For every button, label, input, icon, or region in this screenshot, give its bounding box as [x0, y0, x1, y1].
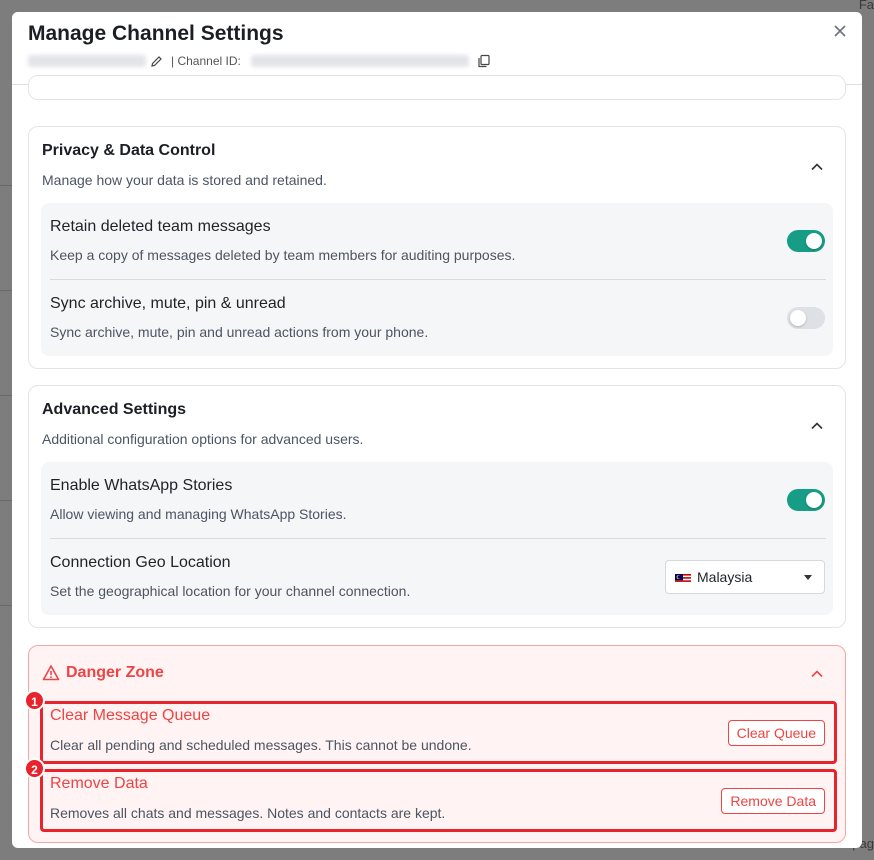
row-divider: [50, 279, 826, 280]
stories-description: Allow viewing and managing WhatsApp Stor…: [50, 506, 347, 522]
danger-zone-title: Danger Zone: [66, 664, 164, 681]
channel-settings-modal: Manage Channel Settings | Channel ID: Pr…: [12, 12, 862, 848]
toggle-knob: [806, 492, 822, 508]
clear-queue-title: Clear Message Queue: [50, 707, 211, 724]
warning-icon: [42, 665, 60, 681]
channel-id-redacted: [250, 55, 469, 67]
privacy-title: Privacy & Data Control: [42, 142, 216, 159]
modal-title: Manage Channel Settings: [28, 22, 284, 45]
danger-collapse-button[interactable]: [809, 666, 825, 682]
geo-location-select[interactable]: Malaysia: [665, 560, 825, 594]
chevron-down-icon: [804, 575, 812, 580]
privacy-settings-list: Retain deleted team messages Keep a copy…: [41, 203, 833, 356]
advanced-settings-list: Enable WhatsApp Stories Allow viewing an…: [41, 462, 833, 615]
geo-location-title: Connection Geo Location: [50, 554, 231, 571]
toggle-knob: [806, 233, 822, 249]
privacy-collapse-button[interactable]: [809, 159, 825, 175]
malaysia-flag-icon: [675, 572, 691, 583]
background-line: [0, 605, 12, 606]
stories-title: Enable WhatsApp Stories: [50, 477, 233, 494]
retain-deleted-toggle[interactable]: [787, 230, 825, 252]
retain-deleted-description: Keep a copy of messages deleted by team …: [50, 247, 516, 263]
remove-data-row: Remove Data Removes all chats and messag…: [40, 769, 837, 832]
annotation-badge-2: 2: [24, 758, 45, 779]
copy-icon: [478, 54, 490, 68]
remove-data-button[interactable]: Remove Data: [721, 788, 825, 814]
clear-queue-row: Clear Message Queue Clear all pending an…: [40, 701, 837, 764]
sync-archive-description: Sync archive, mute, pin and unread actio…: [50, 324, 429, 340]
privacy-description: Manage how your data is stored and retai…: [42, 172, 327, 188]
channel-subline: | Channel ID:: [28, 52, 495, 70]
chevron-up-icon: [811, 422, 823, 430]
annotation-badge-1: 1: [24, 690, 45, 711]
advanced-collapse-button[interactable]: [809, 418, 825, 434]
background-line: [0, 185, 12, 186]
close-icon: [834, 25, 846, 37]
channel-id-label: | Channel ID:: [171, 54, 241, 68]
geo-location-description: Set the geographical location for your c…: [50, 583, 411, 599]
copy-channel-id-button[interactable]: [477, 54, 491, 68]
chevron-up-icon: [811, 163, 823, 171]
geo-location-value: Malaysia: [697, 569, 753, 585]
toggle-knob: [790, 310, 806, 326]
background-hint-top: Fa: [858, 0, 874, 12]
previous-card-edge: [28, 75, 846, 100]
clear-queue-description: Clear all pending and scheduled messages…: [50, 737, 472, 753]
advanced-description: Additional configuration options for adv…: [42, 431, 364, 447]
background-line: [0, 290, 12, 291]
sync-archive-toggle[interactable]: [787, 307, 825, 329]
privacy-card: Privacy & Data Control Manage how your d…: [28, 126, 846, 369]
remove-data-description: Removes all chats and messages. Notes an…: [50, 805, 446, 821]
close-button[interactable]: [830, 22, 850, 42]
retain-deleted-title: Retain deleted team messages: [50, 218, 271, 235]
sync-archive-title: Sync archive, mute, pin & unread: [50, 295, 286, 312]
edit-channel-name-button[interactable]: [150, 55, 163, 68]
advanced-card: Advanced Settings Additional configurati…: [28, 385, 846, 628]
background-line: [0, 500, 12, 501]
channel-name-redacted: [28, 55, 146, 67]
danger-zone-card: Danger Zone Clear Message Queue Clear al…: [24, 645, 846, 843]
advanced-title: Advanced Settings: [42, 401, 187, 418]
stories-toggle[interactable]: [787, 489, 825, 511]
remove-data-title: Remove Data: [50, 775, 148, 792]
clear-queue-button[interactable]: Clear Queue: [727, 720, 825, 746]
modal-body: Privacy & Data Control Manage how your d…: [12, 75, 862, 848]
pencil-icon: [151, 55, 162, 67]
danger-zone-heading: Danger Zone: [42, 664, 164, 682]
row-divider: [50, 538, 826, 539]
background-line: [0, 395, 12, 396]
chevron-up-icon: [811, 670, 823, 678]
